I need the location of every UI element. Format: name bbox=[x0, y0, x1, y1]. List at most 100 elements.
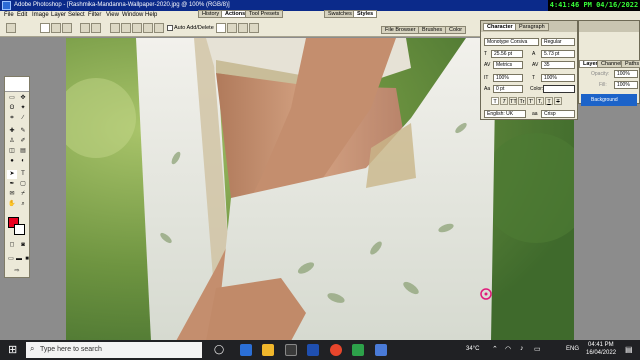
pen-tool-icon[interactable] bbox=[80, 23, 90, 33]
tab-file-browser[interactable]: File Browser bbox=[381, 26, 420, 34]
line-shape-icon[interactable] bbox=[154, 23, 164, 33]
opacity-field[interactable]: 100% bbox=[614, 70, 638, 78]
tab-styles[interactable]: Styles bbox=[353, 10, 378, 18]
vertical-scale-field[interactable]: 100% bbox=[493, 74, 523, 82]
file-explorer-icon[interactable] bbox=[262, 344, 274, 356]
screen-mode-full-icon[interactable]: ■ bbox=[22, 255, 32, 264]
chrome-icon[interactable] bbox=[330, 344, 342, 356]
menu-help[interactable]: Help bbox=[145, 12, 157, 18]
windows-start-icon[interactable]: ⊞ bbox=[8, 344, 17, 356]
horizontal-scale-field[interactable]: 100% bbox=[541, 74, 575, 82]
small-caps-button[interactable]: Tr bbox=[518, 97, 526, 105]
subtract-path-icon[interactable] bbox=[227, 23, 237, 33]
marquee-tool-icon[interactable]: ▭ bbox=[7, 94, 17, 103]
paths-icon[interactable] bbox=[51, 23, 61, 33]
path-select-icon[interactable]: ➤ bbox=[7, 170, 17, 179]
superscript-button[interactable]: T' bbox=[527, 97, 535, 105]
healing-brush-icon[interactable]: ✚ bbox=[7, 127, 17, 136]
input-language[interactable]: ENG bbox=[566, 346, 579, 352]
eraser-tool-icon[interactable]: ◫ bbox=[7, 147, 17, 156]
tab-history[interactable]: History bbox=[198, 10, 224, 18]
eyedropper-icon[interactable]: ⌿ bbox=[18, 190, 28, 199]
taskbar-date[interactable]: 16/04/2022 bbox=[586, 350, 616, 356]
font-style-select[interactable]: Regular bbox=[541, 38, 575, 46]
menu-image[interactable]: Image bbox=[32, 12, 49, 18]
fill-field[interactable]: 100% bbox=[614, 81, 638, 89]
photoshop-taskbar-icon[interactable] bbox=[307, 344, 319, 356]
type-tool-icon[interactable]: T bbox=[18, 170, 28, 179]
faux-italic-button[interactable]: T bbox=[500, 97, 508, 105]
freeform-pen-icon[interactable] bbox=[91, 23, 101, 33]
taskbar-search-box[interactable]: Type here to search bbox=[26, 342, 202, 358]
tab-paths[interactable]: Paths bbox=[621, 60, 640, 68]
terminal-app-icon[interactable] bbox=[285, 344, 297, 356]
volume-icon[interactable]: ♪ bbox=[520, 345, 524, 352]
menu-file[interactable]: File bbox=[4, 12, 14, 18]
weather-temperature[interactable]: 34°C bbox=[466, 346, 479, 352]
quick-mask-icon[interactable]: ◙ bbox=[18, 241, 28, 250]
fill-pixels-icon[interactable] bbox=[62, 23, 72, 33]
shape-layers-icon[interactable] bbox=[40, 23, 50, 33]
auto-add-delete-checkbox[interactable] bbox=[167, 25, 173, 31]
dodge-tool-icon[interactable]: ◐ bbox=[18, 157, 28, 166]
task-view-icon[interactable]: ◯ bbox=[214, 344, 224, 355]
tab-swatches[interactable]: Swatches bbox=[324, 10, 356, 18]
slice-tool-icon[interactable]: ∕ bbox=[18, 114, 28, 123]
menu-edit[interactable]: Edit bbox=[17, 12, 27, 18]
notification-icon[interactable]: ▤ bbox=[625, 345, 633, 354]
app-icon[interactable] bbox=[375, 344, 387, 356]
strikethrough-button[interactable]: T bbox=[554, 97, 562, 105]
all-caps-button[interactable]: TT bbox=[509, 97, 517, 105]
intersect-path-icon[interactable] bbox=[238, 23, 248, 33]
tab-character[interactable]: Character bbox=[483, 23, 517, 31]
camtasia-icon[interactable] bbox=[352, 344, 364, 356]
tray-chevron-icon[interactable]: ⌃ bbox=[492, 345, 498, 353]
tool-preset-icon[interactable] bbox=[6, 23, 16, 33]
blur-tool-icon[interactable]: ● bbox=[7, 157, 17, 166]
ellipse-shape-icon[interactable] bbox=[132, 23, 142, 33]
rounded-rect-shape-icon[interactable] bbox=[121, 23, 131, 33]
menu-window[interactable]: Window bbox=[122, 12, 143, 18]
notes-tool-icon[interactable]: ✉ bbox=[7, 190, 17, 199]
menu-view[interactable]: View bbox=[106, 12, 119, 18]
tab-brushes[interactable]: Brushes bbox=[418, 26, 447, 34]
brush-tool-icon[interactable]: ✎ bbox=[18, 127, 28, 136]
move-tool-icon[interactable]: ✥ bbox=[18, 94, 28, 103]
font-family-select[interactable]: Monotype Corsiva bbox=[484, 38, 539, 46]
gradient-tool-icon[interactable]: ▤ bbox=[18, 147, 28, 156]
underline-button[interactable]: T bbox=[545, 97, 553, 105]
tab-tool-presets[interactable]: Tool Presets bbox=[245, 10, 284, 18]
tab-color[interactable]: Color bbox=[445, 26, 467, 34]
history-brush-icon[interactable]: ✐ bbox=[18, 137, 28, 146]
shape-tool-icon[interactable]: ▢ bbox=[18, 180, 28, 189]
hand-tool-icon[interactable]: ✋ bbox=[7, 200, 17, 209]
exclude-path-icon[interactable] bbox=[249, 23, 259, 33]
subscript-button[interactable]: T, bbox=[536, 97, 544, 105]
magic-wand-icon[interactable]: ✦ bbox=[18, 104, 28, 113]
clone-stamp-icon[interactable]: ♙ bbox=[7, 137, 17, 146]
kerning-field[interactable]: Metrics bbox=[493, 61, 523, 69]
language-select[interactable]: English: UK bbox=[484, 110, 526, 118]
standard-mode-icon[interactable]: ◻ bbox=[7, 241, 17, 250]
power-icon[interactable]: ▭ bbox=[534, 345, 541, 353]
crop-tool-icon[interactable]: ⌗ bbox=[7, 114, 17, 123]
polygon-shape-icon[interactable] bbox=[143, 23, 153, 33]
lasso-tool-icon[interactable]: ʘ bbox=[7, 104, 17, 113]
add-to-path-icon[interactable] bbox=[216, 23, 226, 33]
font-size-field[interactable]: 25.56 pt bbox=[491, 50, 523, 58]
layer-row-background[interactable]: Background bbox=[581, 94, 637, 106]
rectangle-shape-icon[interactable] bbox=[110, 23, 120, 33]
pen-tool-icon[interactable]: ✒ bbox=[7, 180, 17, 189]
menu-select[interactable]: Select bbox=[68, 12, 85, 18]
edge-browser-icon[interactable] bbox=[240, 344, 252, 356]
menu-layer[interactable]: Layer bbox=[51, 12, 66, 18]
faux-bold-button[interactable]: T bbox=[491, 97, 499, 105]
tracking-field[interactable]: 35 bbox=[541, 61, 575, 69]
text-color-swatch[interactable] bbox=[543, 85, 575, 93]
leading-field[interactable]: 5.73 pt bbox=[541, 50, 575, 58]
menu-filter[interactable]: Filter bbox=[88, 12, 101, 18]
taskbar-time[interactable]: 04:41 PM bbox=[588, 342, 614, 348]
network-icon[interactable]: ◠ bbox=[505, 345, 511, 353]
background-color-swatch[interactable] bbox=[14, 224, 25, 235]
baseline-shift-field[interactable]: 0 pt bbox=[493, 85, 523, 93]
